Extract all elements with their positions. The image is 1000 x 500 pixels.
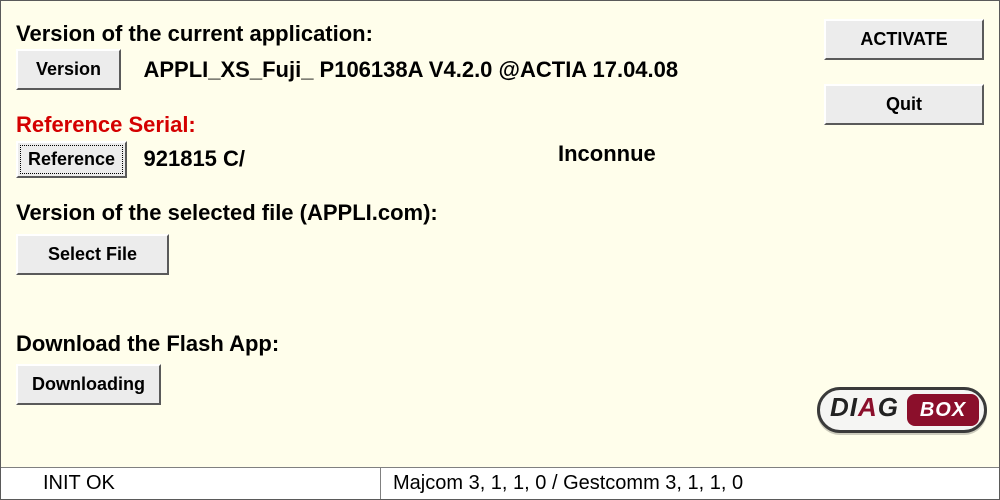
logo-text-diag: DIAG bbox=[830, 392, 899, 423]
current-version-value: APPLI_XS_Fuji_ P106138A V4.2.0 @ACTIA 17… bbox=[143, 57, 678, 83]
reference-value: 921815 C/ bbox=[144, 146, 246, 172]
version-button[interactable]: Version bbox=[16, 49, 121, 90]
app-window: ACTIVATE Quit Version of the current app… bbox=[0, 0, 1000, 500]
downloading-button[interactable]: Downloading bbox=[16, 364, 161, 405]
status-left: INIT OK bbox=[1, 468, 381, 499]
content-area: ACTIVATE Quit Version of the current app… bbox=[1, 1, 999, 467]
activate-button[interactable]: ACTIVATE bbox=[824, 19, 984, 60]
quit-button[interactable]: Quit bbox=[824, 84, 984, 125]
status-bar: INIT OK Majcom 3, 1, 1, 0 / Gestcomm 3, … bbox=[1, 467, 999, 499]
download-label: Download the Flash App: bbox=[16, 331, 984, 357]
selected-file-label: Version of the selected file (APPLI.com)… bbox=[16, 200, 984, 226]
reference-button[interactable]: Reference bbox=[16, 141, 127, 178]
status-right: Majcom 3, 1, 1, 0 / Gestcomm 3, 1, 1, 0 bbox=[381, 468, 999, 499]
diagbox-logo: DIAG BOX bbox=[817, 387, 987, 433]
right-button-column: ACTIVATE Quit bbox=[824, 19, 984, 125]
section-selected-file: Version of the selected file (APPLI.com)… bbox=[16, 200, 984, 275]
select-file-button[interactable]: Select File bbox=[16, 234, 169, 275]
logo-text-box: BOX bbox=[907, 394, 979, 426]
reference-status: Inconnue bbox=[558, 141, 656, 167]
